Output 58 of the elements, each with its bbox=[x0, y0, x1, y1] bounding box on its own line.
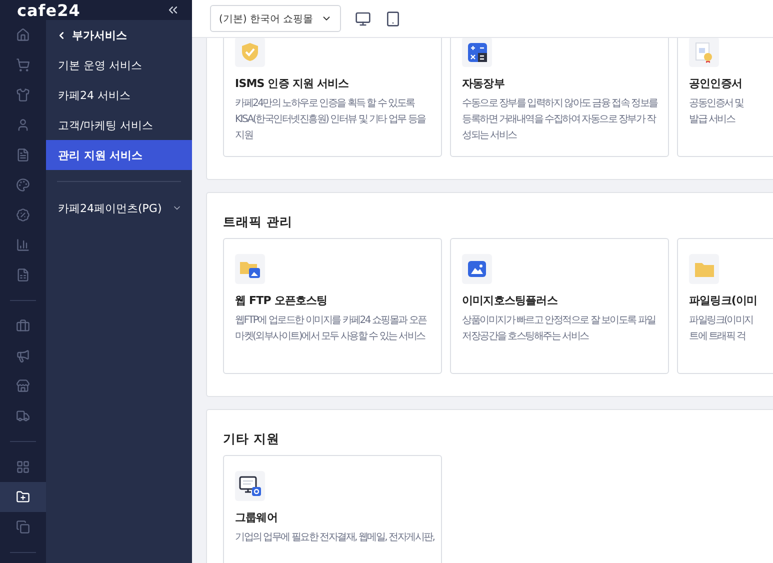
truck-icon bbox=[16, 409, 30, 423]
briefcase-icon bbox=[16, 319, 30, 333]
copy-icon bbox=[16, 520, 30, 534]
cart-icon bbox=[16, 58, 30, 72]
mall-select[interactable]: (기본) 한국어 쇼핑몰 bbox=[210, 5, 341, 32]
section-title: 트래픽 관리 bbox=[223, 213, 294, 230]
user-icon bbox=[16, 118, 30, 132]
service-title: 파일링크(이미 bbox=[689, 293, 758, 309]
home-icon bbox=[16, 28, 30, 42]
spreadsheet-icon bbox=[16, 268, 30, 282]
service-description: 기업의 업무에 필요한 전자결재, 웹메일, 전자게시판, bbox=[235, 531, 433, 545]
certificate-icon bbox=[695, 42, 713, 62]
submenu-item[interactable]: 관리 지원 서비스 bbox=[46, 140, 192, 170]
service-title: 공인인증서 bbox=[689, 76, 742, 92]
folder-icon bbox=[694, 262, 714, 276]
service-card[interactable]: 웹 FTP 오픈호스팅 웹FTP에 업로드한 이미지를 카페24 쇼핑몰과 오픈 마켓(외부사이트)에서 모두 사용할 수 있는 서비스 bbox=[223, 238, 442, 374]
service-description: 수동으로 장부를 입력하지 않아도 금융 접속 정보를 등록하면 거래내역을 수집하여 자동으로 장부가 작 성되는 서비스 bbox=[462, 97, 658, 143]
submenu-item[interactable]: 기본 운영 서비스 bbox=[46, 50, 192, 80]
service-title: 웹 FTP 오픈호스팅 bbox=[235, 293, 328, 309]
service-card[interactable]: 공인인증서 공동인증서 및 발급 서비스 bbox=[677, 38, 773, 157]
apps-icon bbox=[16, 460, 30, 474]
folder-image-icon bbox=[239, 259, 261, 279]
shirt-icon bbox=[16, 88, 30, 102]
service-description: 공동인증서 및 발급 서비스 bbox=[689, 97, 744, 127]
service-title: 자동장부 bbox=[462, 76, 504, 92]
service-title: 그룹웨어 bbox=[235, 510, 278, 526]
service-card[interactable]: ISMS 인증 지원 서비스 카페24만의 노하우로 인증을 획득 할 수 있도록 KISA(한국인터넷진흥원) 인터뷰 및 기타 업무 등을 지원 bbox=[223, 38, 442, 157]
megaphone-icon bbox=[16, 349, 30, 363]
shield-check-icon bbox=[241, 42, 259, 62]
submenu-item[interactable]: 카페24 서비스 bbox=[46, 80, 192, 110]
service-description: 카페24만의 노하우로 인증을 획득 할 수 있도록 KISA(한국인터넷진흥원) 인터뷰 및 기타 업무 등을 지원 bbox=[235, 97, 426, 143]
store-icon bbox=[16, 379, 30, 393]
rail-button[interactable] bbox=[0, 482, 46, 512]
service-title: ISMS 인증 지원 서비스 bbox=[235, 76, 349, 92]
service-card[interactable]: 이미지호스팅플러스 상품이미지가 빠르고 안정적으로 잘 보이도록 파일 저장공간을 호스팅해주는 서비스 bbox=[450, 238, 669, 374]
monitor-gear-icon bbox=[239, 476, 261, 496]
chart-icon bbox=[16, 238, 30, 252]
service-description: 웹FTP에 업로드한 이미지를 카페24 쇼핑몰과 오픈 마켓(외부사이트)에서 모두 사용할 수 있는 서비스 bbox=[235, 314, 426, 344]
folder-plus-icon bbox=[16, 490, 30, 504]
section-title: 기타 지원 bbox=[223, 430, 280, 447]
back-link[interactable]: 부가서비스 bbox=[46, 20, 192, 50]
service-card[interactable]: 자동장부 수동으로 장부를 입력하지 않아도 금융 접속 정보를 등록하면 거래내역을 수집하여 자동으로 장부가 작 성되는 서비스 bbox=[450, 38, 669, 157]
submenu-item[interactable]: 고객/마케팅 서비스 bbox=[46, 110, 192, 140]
service-card[interactable]: 파일링크(이미 파일링크(이미지 트에 트래픽 걱 bbox=[677, 238, 773, 374]
document-icon bbox=[16, 148, 30, 162]
palette-icon bbox=[16, 178, 30, 192]
expander-label: 카페24페이먼츠(PG) bbox=[58, 200, 162, 216]
service-description: 상품이미지가 빠르고 안정적으로 잘 보이도록 파일 저장공간을 호스팅해주는 서비스 bbox=[462, 314, 656, 344]
monitor-icon[interactable] bbox=[355, 10, 371, 26]
tablet-icon[interactable] bbox=[385, 10, 401, 26]
submenu-expander[interactable]: 카페24페이먼츠(PG) bbox=[46, 193, 192, 223]
logo[interactable]: cafe24 bbox=[17, 0, 80, 20]
service-title: 이미지호스팅플러스 bbox=[462, 293, 558, 309]
calculator-icon bbox=[468, 42, 486, 62]
service-card[interactable]: 그룹웨어 기업의 업무에 필요한 전자결재, 웹메일, 전자게시판, bbox=[223, 455, 442, 563]
service-description: 파일링크(이미지 트에 트래픽 걱 bbox=[689, 314, 753, 344]
discount-icon bbox=[16, 208, 30, 222]
image-icon bbox=[468, 261, 486, 277]
